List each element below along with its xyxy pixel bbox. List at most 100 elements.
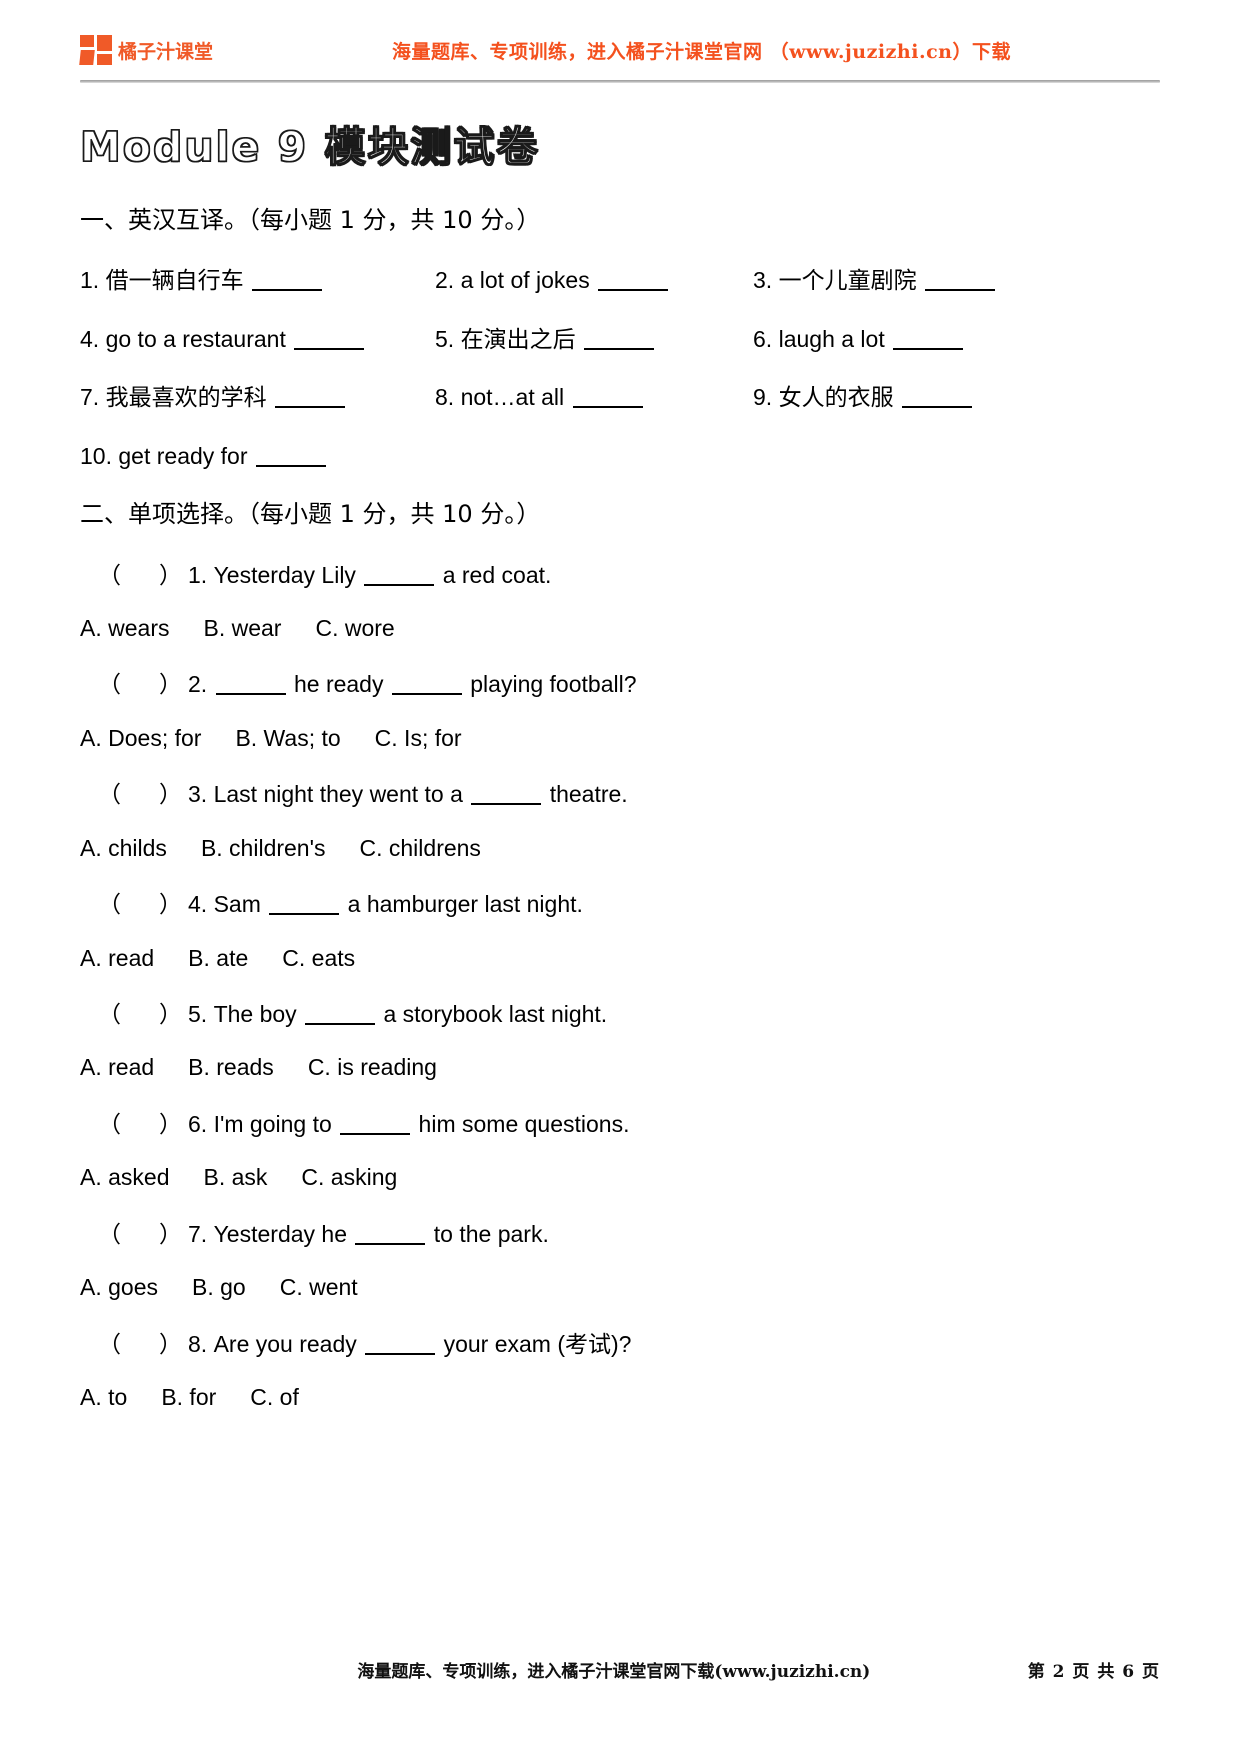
answer-blank[interactable] bbox=[305, 1023, 376, 1026]
logo-squares-icon bbox=[79, 35, 114, 65]
answer-blank[interactable] bbox=[355, 1242, 426, 1245]
section-2-heading: 二、单项选择。（每小题 1 分，共 10 分。） bbox=[80, 500, 541, 529]
header-promo-text: 海量题库、专项训练，进入橘子汁课堂官网 （www.juzizhi.cn）下载 bbox=[392, 40, 1011, 63]
translation-row: 10. get ready for bbox=[80, 443, 1160, 469]
question-text-after: to the park. bbox=[433, 1220, 549, 1247]
answer-blank[interactable] bbox=[340, 1132, 411, 1135]
option-c[interactable]: C. asking bbox=[301, 1164, 397, 1190]
question-text-before: Last night they went to a bbox=[213, 781, 463, 808]
option-c[interactable]: C. of bbox=[250, 1384, 299, 1410]
answer-blank[interactable] bbox=[901, 406, 972, 409]
translation-item: 4. go to a restaurant bbox=[80, 326, 435, 352]
option-a[interactable]: A. goes bbox=[80, 1274, 158, 1300]
question-number: 2. bbox=[188, 671, 208, 698]
item-text: 女人的衣服 bbox=[778, 384, 894, 411]
option-line: A. Does; for B. Was; to C. Is; for bbox=[80, 725, 1160, 751]
option-c[interactable]: C. childrens bbox=[360, 835, 481, 861]
brand-logo-text: 橘子汁课堂 bbox=[118, 40, 214, 63]
answer-blank[interactable] bbox=[251, 289, 322, 292]
option-c[interactable]: C. Is; for bbox=[375, 725, 462, 751]
option-a[interactable]: A. wears bbox=[80, 615, 169, 641]
answer-blank[interactable] bbox=[572, 406, 643, 409]
answer-blank[interactable] bbox=[893, 347, 964, 350]
option-line: A. read B. ate C. eats bbox=[80, 945, 1160, 971]
item-number: 2. bbox=[435, 267, 455, 294]
answer-blank[interactable] bbox=[924, 289, 995, 292]
option-c[interactable]: C. went bbox=[280, 1274, 358, 1300]
option-b[interactable]: B. Was; to bbox=[235, 725, 340, 751]
option-a[interactable]: A. read bbox=[80, 1054, 154, 1080]
option-line: A. wears B. wear C. wore bbox=[80, 615, 1160, 641]
option-a[interactable]: A. to bbox=[80, 1384, 127, 1410]
question-number: 1. bbox=[188, 561, 208, 588]
page-title: Module 9 模块测试卷 bbox=[79, 122, 540, 171]
item-number: 3. bbox=[753, 267, 773, 294]
option-b[interactable]: B. wear bbox=[203, 615, 281, 641]
question-text-mid: he ready bbox=[293, 671, 384, 698]
answer-blank[interactable] bbox=[365, 1352, 436, 1355]
question-text-before: Yesterday he bbox=[213, 1220, 347, 1247]
translation-item: 2. a lot of jokes bbox=[435, 267, 753, 293]
question-line: （） 8. Are you ready your exam (考试)? bbox=[80, 1331, 1160, 1358]
answer-blank[interactable] bbox=[215, 693, 286, 696]
footer-note: 海量题库、专项训练，进入橘子汁课堂官网下载(www.juzizhi.cn) bbox=[357, 1662, 871, 1682]
option-b[interactable]: B. ask bbox=[204, 1164, 268, 1190]
option-line: A. asked B. ask C. asking bbox=[80, 1164, 1160, 1190]
answer-blank[interactable] bbox=[391, 693, 462, 696]
answer-blank[interactable] bbox=[294, 347, 365, 350]
answer-bracket[interactable]: （） bbox=[98, 672, 182, 698]
translation-item: 6. laugh a lot bbox=[753, 326, 965, 352]
item-number: 6. bbox=[753, 325, 773, 352]
option-b[interactable]: B. for bbox=[161, 1384, 216, 1410]
item-text: 在演出之后 bbox=[460, 325, 576, 352]
translation-item: 7. 我最喜欢的学科 bbox=[80, 384, 435, 410]
answer-bracket[interactable]: （） bbox=[98, 1112, 182, 1138]
option-b[interactable]: B. reads bbox=[188, 1054, 274, 1080]
option-c[interactable]: C. wore bbox=[315, 615, 394, 641]
question-number: 4. bbox=[188, 891, 208, 918]
option-a[interactable]: A. childs bbox=[80, 835, 167, 861]
question-line: （） 5. The boy a storybook last night. bbox=[80, 1001, 1160, 1028]
option-a[interactable]: A. asked bbox=[80, 1164, 170, 1190]
answer-bracket[interactable]: （） bbox=[98, 782, 182, 808]
question-text-before: The boy bbox=[213, 1001, 297, 1028]
question-line: （） 2. he ready playing football? bbox=[80, 671, 1160, 698]
question-number: 6. bbox=[188, 1110, 208, 1137]
option-b[interactable]: B. ate bbox=[188, 945, 248, 971]
question-line: （） 6. I'm going to him some questions. bbox=[80, 1111, 1160, 1138]
answer-blank[interactable] bbox=[269, 913, 340, 916]
question-number: 7. bbox=[188, 1220, 208, 1247]
answer-blank[interactable] bbox=[471, 803, 542, 806]
option-line: A. goes B. go C. went bbox=[80, 1274, 1160, 1300]
question-number: 5. bbox=[188, 1001, 208, 1028]
answer-blank[interactable] bbox=[364, 583, 435, 586]
question-text-after: a red coat. bbox=[442, 561, 552, 588]
translation-item: 10. get ready for bbox=[80, 443, 435, 469]
question-line: （） 4. Sam a hamburger last night. bbox=[80, 891, 1160, 918]
translation-row: 4. go to a restaurant 5. 在演出之后 6. laugh … bbox=[80, 326, 1160, 352]
section-1-heading: 一、英汉互译。（每小题 1 分，共 10 分。） bbox=[80, 206, 541, 234]
answer-bracket[interactable]: （） bbox=[98, 563, 182, 589]
question-text-before: I'm going to bbox=[213, 1110, 332, 1137]
item-number: 5. bbox=[435, 325, 455, 352]
answer-blank[interactable] bbox=[583, 347, 654, 350]
answer-bracket[interactable]: （） bbox=[98, 1002, 182, 1028]
option-b[interactable]: B. go bbox=[192, 1274, 246, 1300]
question-text-after: a hamburger last night. bbox=[347, 891, 583, 918]
option-c[interactable]: C. eats bbox=[282, 945, 355, 971]
item-number: 7. bbox=[80, 384, 100, 411]
item-number: 10. bbox=[80, 442, 112, 469]
option-a[interactable]: A. Does; for bbox=[80, 725, 201, 751]
answer-blank[interactable] bbox=[274, 406, 345, 409]
option-c[interactable]: C. is reading bbox=[308, 1054, 437, 1080]
brand-logo: 橘子汁课堂 bbox=[79, 35, 214, 65]
answer-bracket[interactable]: （） bbox=[98, 1332, 182, 1358]
answer-bracket[interactable]: （） bbox=[98, 1222, 182, 1248]
translation-row: 7. 我最喜欢的学科 8. not…at all 9. 女人的衣服 bbox=[80, 384, 1160, 410]
answer-bracket[interactable]: （） bbox=[98, 892, 182, 918]
item-text: laugh a lot bbox=[778, 325, 885, 352]
answer-blank[interactable] bbox=[598, 289, 669, 292]
option-a[interactable]: A. read bbox=[80, 945, 154, 971]
answer-blank[interactable] bbox=[255, 464, 326, 467]
option-b[interactable]: B. children's bbox=[201, 835, 326, 861]
